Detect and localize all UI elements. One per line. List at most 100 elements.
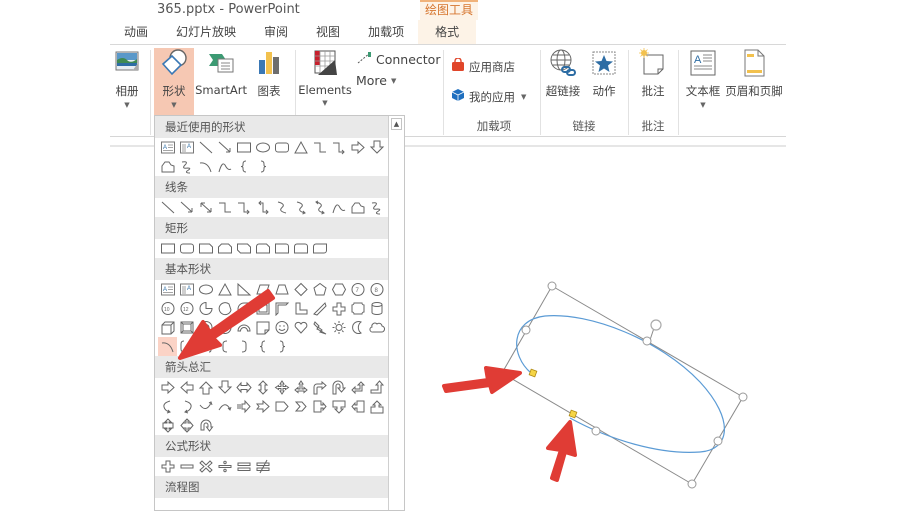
shape-double-arrow-line-icon[interactable] [196,198,215,217]
shape-line-icon[interactable] [196,138,215,157]
shape-parallelogram-icon[interactable] [253,280,272,299]
shape-left-up-arrow-icon[interactable] [348,378,367,397]
shape-curved-left-arrow-icon[interactable] [177,397,196,416]
shape-teardrop-icon[interactable] [234,299,253,318]
rotate-handle[interactable] [649,319,662,341]
shape-right-arrow-callout-icon[interactable] [310,397,329,416]
shape-diagonal-stripe-icon[interactable] [310,299,329,318]
shape-elbow-double-arrow-icon[interactable] [253,198,272,217]
shape-vertical-text-box-icon[interactable]: A [177,138,196,157]
shape-cross-icon[interactable] [329,299,348,318]
shape-left-arrow-callout-icon[interactable] [348,397,367,416]
resize-handle[interactable] [521,325,531,335]
shape-text-box-icon[interactable]: A [158,138,177,157]
shape-elbow-connector-icon[interactable] [310,138,329,157]
shape-left-bracket-icon[interactable] [215,337,234,356]
shape-octagon-icon[interactable]: 8 [367,280,386,299]
shape-curve-icon[interactable] [215,157,234,176]
shape-decagon-icon[interactable]: 10 [158,299,177,318]
shape-curve-icon[interactable] [329,198,348,217]
shape-l-shape-icon[interactable] [291,299,310,318]
shape-sun-icon[interactable] [329,318,348,337]
shape-down-arrow-icon[interactable] [367,138,386,157]
shape-arc-icon[interactable] [196,157,215,176]
shape-pie-icon[interactable] [196,299,215,318]
shape-triangle-icon[interactable] [291,138,310,157]
shape-pentagon-icon[interactable] [310,280,329,299]
shape-scribble-icon[interactable] [367,198,386,217]
shape-rectangle-icon[interactable] [234,138,253,157]
shape-curved-right-arrow-icon[interactable] [158,397,177,416]
shape-bevel-icon[interactable] [177,318,196,337]
shape-striped-right-arrow-icon[interactable] [234,397,253,416]
shape-snip-same-side-icon[interactable] [215,239,234,258]
shape-down-arrow-callout-icon[interactable] [329,397,348,416]
slide-canvas[interactable] [0,0,900,511]
resize-handle[interactable] [642,336,652,346]
shape-up-down-arrow-callout-icon[interactable] [158,416,177,435]
shape-equal-icon[interactable] [234,457,253,476]
shape-left-brace-icon[interactable] [253,337,272,356]
shape-multiply-icon[interactable] [196,457,215,476]
shape-up-down-arrow-icon[interactable] [253,378,272,397]
shape-right-brace-icon[interactable] [272,337,291,356]
shape-freeform-icon[interactable] [348,198,367,217]
shape-quad-arrow-callout-icon[interactable] [177,416,196,435]
shape-cube-icon[interactable] [158,318,177,337]
shape-elbow-arrow-connector-icon[interactable] [234,198,253,217]
shape-pentagon-arrow-icon[interactable] [272,397,291,416]
shape-curved-down-arrow-icon[interactable] [215,397,234,416]
shape-oval-icon[interactable] [253,138,272,157]
shape-curved-up-arrow-icon[interactable] [196,397,215,416]
shape-left-right-arrow-icon[interactable] [234,378,253,397]
shape-vertical-text-box-icon[interactable]: A [177,280,196,299]
shape-left-brace-icon[interactable] [234,157,253,176]
shape-block-arc-icon[interactable] [234,318,253,337]
shape-plaque-icon[interactable] [348,299,367,318]
shape-divide-icon[interactable] [215,457,234,476]
shape-rounded-rectangle-icon[interactable] [272,138,291,157]
adjust-handle[interactable] [568,409,578,419]
shape-snip-diagonal-icon[interactable] [234,239,253,258]
shape-right-triangle-icon[interactable] [234,280,253,299]
shape-left-right-up-arrow-icon[interactable] [291,378,310,397]
shape-snip-single-corner-icon[interactable] [196,239,215,258]
resize-handle[interactable] [687,479,697,489]
shape-folded-corner-icon[interactable] [253,318,272,337]
shape-double-bracket-icon[interactable] [177,337,196,356]
resize-handle[interactable] [591,426,601,436]
shape-rectangle-icon[interactable] [158,239,177,258]
shape-up-arrow-callout-icon[interactable] [367,397,386,416]
shape-diamond-icon[interactable] [291,280,310,299]
shape-circular-arrow-icon[interactable] [196,416,215,435]
shape-up-arrow-icon[interactable] [196,378,215,397]
scroll-up-button[interactable]: ▲ [391,118,402,130]
shape-elbow-arrow-connector-icon[interactable] [329,138,348,157]
shape-left-arrow-icon[interactable] [177,378,196,397]
shape-donut-icon[interactable] [196,318,215,337]
shape-hexagon-icon[interactable] [329,280,348,299]
shape-frame-icon[interactable] [253,299,272,318]
shape-can-icon[interactable] [367,299,386,318]
resize-handles[interactable] [521,281,748,489]
shape-right-arrow-icon[interactable] [158,378,177,397]
shape-notched-right-arrow-icon[interactable] [253,397,272,416]
shape-right-bracket-icon[interactable] [234,337,253,356]
shape-dodecagon-icon[interactable]: 12 [177,299,196,318]
shape-curved-arrow-connector-icon[interactable] [291,198,310,217]
shape-trapezoid-icon[interactable] [272,280,291,299]
shape-quad-arrow-icon[interactable] [272,378,291,397]
shape-heart-icon[interactable] [291,318,310,337]
resize-handle[interactable] [547,281,557,291]
shape-minus-icon[interactable] [177,457,196,476]
shape-lightning-bolt-icon[interactable] [310,318,329,337]
shape-heptagon-icon[interactable]: 7 [348,280,367,299]
shape-curved-connector-icon[interactable] [272,198,291,217]
shape-u-turn-arrow-icon[interactable] [329,378,348,397]
shape-snip-round-single-icon[interactable] [253,239,272,258]
shape-elbow-connector-icon[interactable] [215,198,234,217]
shape-oval-icon[interactable] [196,280,215,299]
shape-curved-double-arrow-icon[interactable] [310,198,329,217]
shape-smiley-face-icon[interactable] [272,318,291,337]
shape-chevron-icon[interactable] [291,397,310,416]
